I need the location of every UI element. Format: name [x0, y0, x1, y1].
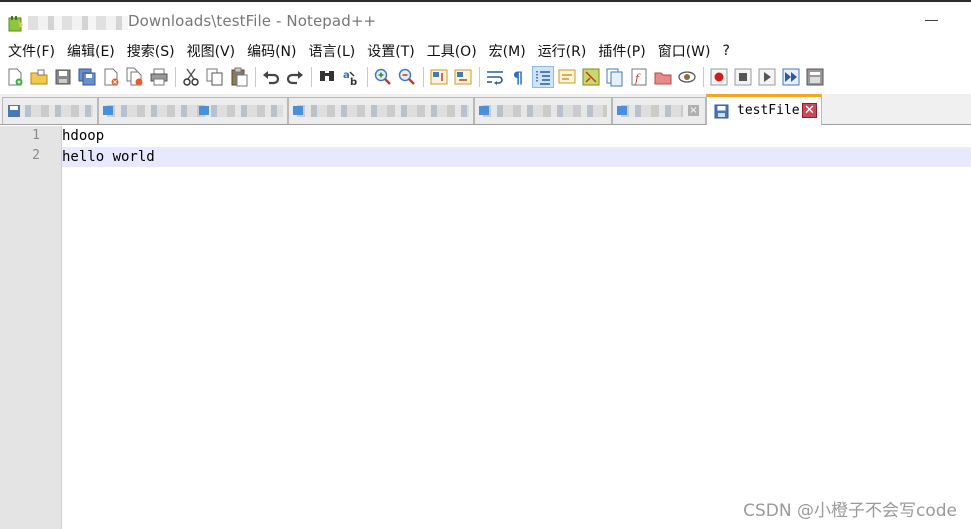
zoom-in-icon[interactable]	[373, 67, 393, 87]
tab-blurred-3[interactable]	[288, 97, 474, 124]
close-all-icon[interactable]	[125, 67, 145, 87]
redo-icon[interactable]	[285, 67, 305, 87]
tab-close-icon[interactable]: ×	[688, 105, 699, 116]
cut-icon[interactable]	[181, 67, 201, 87]
toolbar-separator	[255, 67, 256, 87]
run-macro-multiple-icon[interactable]	[781, 67, 801, 87]
tab-blurred-1[interactable]	[2, 97, 98, 124]
toolbar-separator	[703, 67, 704, 87]
new-file-icon[interactable]	[5, 67, 25, 87]
sync-horizontal-icon[interactable]	[453, 67, 473, 87]
menu-window[interactable]: 窗口(W)	[652, 41, 717, 61]
menu-file[interactable]: 文件(F)	[2, 41, 61, 61]
function-list-icon[interactable]: f	[629, 67, 649, 87]
blurred-tab-label	[297, 105, 469, 117]
blurred-tab-label	[621, 105, 683, 117]
svg-text:¶: ¶	[513, 68, 523, 87]
replace-icon[interactable]: ab	[341, 67, 361, 87]
menu-run[interactable]: 运行(R)	[532, 41, 593, 61]
sync-vertical-icon[interactable]	[429, 67, 449, 87]
menu-settings[interactable]: 设置(T)	[361, 41, 420, 61]
menu-plugins[interactable]: 插件(P)	[592, 41, 651, 61]
save-icon	[293, 106, 303, 115]
save-all-icon[interactable]	[77, 67, 97, 87]
menu-search[interactable]: 搜索(S)	[121, 41, 181, 61]
paste-icon[interactable]	[229, 67, 249, 87]
folder-workspace-icon[interactable]	[653, 67, 673, 87]
blurred-tab-label	[199, 106, 209, 115]
code-line[interactable]: hdoop	[62, 126, 971, 146]
menu-tools[interactable]: 工具(O)	[421, 41, 483, 61]
save-icon	[617, 106, 627, 115]
blurred-tab-label	[483, 105, 607, 117]
line-number: 2	[32, 148, 40, 163]
title-bar: Downloads\testFile - Notepad++	[0, 0, 971, 40]
monitoring-icon[interactable]	[677, 67, 697, 87]
watermark: CSDN @小橙子不会写code	[743, 501, 957, 521]
open-file-icon[interactable]	[29, 67, 49, 87]
close-icon[interactable]	[101, 67, 121, 87]
save-macro-icon[interactable]	[805, 67, 825, 87]
minimize-button[interactable]	[923, 10, 941, 28]
tab-blurred-5[interactable]: ×	[612, 97, 706, 124]
blurred-tab-label	[107, 105, 283, 117]
show-all-chars-icon[interactable]: ¶	[509, 67, 529, 87]
undo-icon[interactable]	[261, 67, 281, 87]
current-code-line[interactable]: hello world	[62, 147, 971, 167]
save-icon[interactable]	[53, 67, 73, 87]
save-icon	[714, 104, 729, 119]
toolbar: ab ¶ f	[0, 63, 971, 91]
menu-bar: 文件(F) 编辑(E) 搜索(S) 视图(V) 编码(N) 语言(L) 设置(T…	[0, 40, 971, 62]
toolbar-separator	[367, 67, 368, 87]
save-icon	[479, 106, 489, 115]
tab-testfile[interactable]: testFile ✕	[706, 94, 822, 125]
print-icon[interactable]	[149, 67, 169, 87]
zoom-out-icon[interactable]	[397, 67, 417, 87]
notepad-plus-plus-icon	[8, 16, 23, 32]
toolbar-separator	[311, 67, 312, 87]
indent-guide-icon[interactable]	[532, 66, 554, 88]
menu-macro[interactable]: 宏(M)	[483, 41, 532, 61]
save-icon	[103, 106, 113, 115]
menu-encoding[interactable]: 编码(N)	[241, 41, 302, 61]
menu-help[interactable]: ?	[717, 43, 736, 59]
toolbar-separator	[423, 67, 424, 87]
menu-language[interactable]: 语言(L)	[303, 41, 362, 61]
copy-icon[interactable]	[205, 67, 225, 87]
tab-label: testFile	[737, 103, 800, 118]
tab-bar: × testFile ✕	[0, 94, 971, 125]
line-number: 1	[32, 128, 40, 143]
line-number-gutter: 1 2	[0, 126, 62, 529]
stop-record-icon[interactable]	[733, 67, 753, 87]
document-list-icon[interactable]	[605, 67, 625, 87]
tab-close-icon[interactable]: ✕	[802, 103, 817, 118]
blurred-path	[28, 16, 128, 30]
menu-edit[interactable]: 编辑(E)	[61, 41, 121, 61]
toolbar-separator	[479, 67, 480, 87]
tab-blurred-4[interactable]	[474, 97, 612, 124]
document-map-icon[interactable]	[581, 67, 601, 87]
save-icon	[8, 105, 20, 117]
window-title: Downloads\testFile - Notepad++	[128, 12, 377, 30]
tab-blurred-2[interactable]	[98, 97, 288, 124]
find-icon[interactable]	[317, 67, 337, 87]
svg-text:a: a	[343, 70, 350, 81]
toolbar-separator	[175, 67, 176, 87]
language-udl-icon[interactable]	[557, 67, 577, 87]
word-wrap-icon[interactable]	[485, 67, 505, 87]
blurred-tab-label	[11, 105, 93, 117]
svg-text:b: b	[350, 77, 357, 87]
menu-view[interactable]: 视图(V)	[181, 41, 242, 61]
record-macro-icon[interactable]	[709, 67, 729, 87]
play-macro-icon[interactable]	[757, 67, 777, 87]
editor[interactable]: 1 2 hdoop hello world	[0, 126, 971, 529]
